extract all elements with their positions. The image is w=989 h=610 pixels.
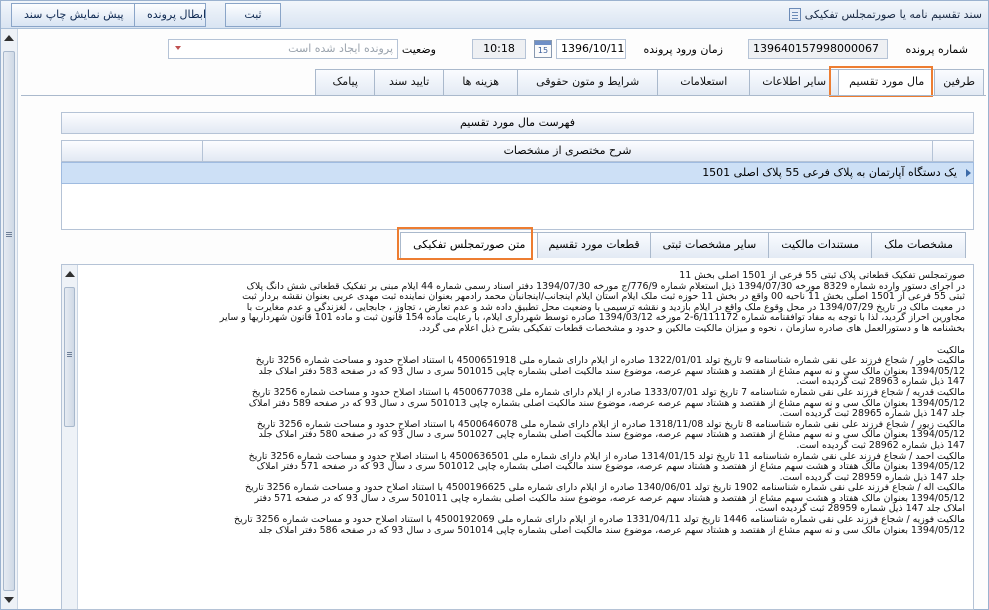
status-value: پرونده ایجاد شده است — [288, 42, 393, 55]
scroll-down-arrow-icon[interactable] — [4, 597, 14, 603]
tab-legal-terms[interactable]: شرایط و متون حقوقی — [517, 69, 659, 95]
tab-highlight-box — [829, 66, 933, 97]
table-row[interactable]: یک دستگاه آپارتمان به پلاک فرعی 55 پلاک … — [61, 162, 974, 184]
subtab-highlight-box — [397, 227, 533, 260]
row-description: یک دستگاه آپارتمان به پلاک فرعی 55 پلاک … — [702, 166, 957, 179]
status-dropdown[interactable]: پرونده ایجاد شده است — [168, 39, 398, 59]
window-scrollbar[interactable] — [1, 29, 18, 609]
subtab-ownership-documents[interactable]: مستندات مالکیت — [768, 232, 873, 258]
status-label: وضعیت — [401, 43, 436, 56]
file-number-field[interactable]: 139640157998000067 — [748, 39, 888, 59]
dropdown-arrow-icon[interactable] — [175, 46, 181, 50]
window-title: سند تقسیم نامه یا صورتمجلس تفکیکی — [788, 8, 982, 21]
cancel-file-button[interactable]: ابطال پرونده — [134, 3, 206, 27]
grid-empty-area — [61, 184, 974, 230]
property-list-caption: فهرست مال مورد تقسیم — [61, 112, 974, 134]
scroll-up-arrow-icon[interactable] — [65, 271, 75, 277]
tab-document-approval[interactable]: تایید سند — [373, 69, 445, 95]
entry-time-field[interactable]: 10:18 — [472, 39, 526, 59]
document-window: سند تقسیم نامه یا صورتمجلس تفکیکی پیش نم… — [0, 0, 989, 610]
calendar-day-text: 15 — [537, 46, 549, 55]
scroll-up-arrow-icon[interactable] — [4, 35, 14, 41]
tab-content: فهرست مال مورد تقسیم شرح مختصری از مشخصا… — [21, 95, 986, 610]
minutes-text-panel[interactable]: صورتمجلس تفکیک قطعاتی پلاک ثبتی 55 فرعی … — [61, 264, 974, 610]
row-indicator-icon — [966, 169, 971, 177]
save-button[interactable]: ثبت — [225, 3, 281, 27]
text-line: بخشنامه ها و دستورالعمل های صادره سازمان… — [418, 322, 965, 334]
text-scrollbar-thumb[interactable] — [64, 287, 75, 427]
text-line: 1394/05/12 بعنوان مالک سی و نه سهم مشاع … — [258, 524, 965, 536]
subtab-divided-parts[interactable]: قطعات مورد تقسیم — [537, 232, 651, 258]
minutes-text: صورتمجلس تفکیک قطعاتی پلاک ثبتی 55 فرعی … — [84, 270, 965, 536]
file-header-form: شماره پرونده 139640157998000067 زمان ورو… — [101, 39, 976, 63]
document-icon — [788, 8, 801, 21]
subtab-property-details[interactable]: مشخصات ملک — [871, 232, 966, 258]
title-bar: سند تقسیم نامه یا صورتمجلس تفکیکی پیش نم… — [1, 1, 988, 29]
print-preview-button[interactable]: پیش نمایش چاپ سند — [11, 3, 135, 27]
column-title-description[interactable]: شرح مختصری از مشخصات — [202, 141, 933, 161]
tab-parties[interactable]: طرفین — [934, 69, 984, 95]
text-line: مالکیت قدریه / شجاع فرزند علی نقی شماره … — [251, 386, 965, 398]
window-title-text: سند تقسیم نامه یا صورتمجلس تفکیکی — [804, 8, 982, 21]
tab-sms[interactable]: پیامک — [315, 69, 375, 95]
text-line: 147 ذیل شماره 28962 ثبت گردیده است. — [796, 439, 965, 451]
toolbar: پیش نمایش چاپ سند ابطال پرونده ثبت — [11, 3, 281, 27]
calendar-icon[interactable]: 15 — [534, 40, 552, 58]
entry-date-field[interactable]: 1396/10/11 — [556, 39, 626, 59]
text-scrollbar[interactable] — [62, 265, 78, 609]
tab-costs[interactable]: هزینه ها — [443, 69, 519, 95]
file-number-label: شماره پرونده — [905, 43, 968, 56]
tab-other-info[interactable]: سایر اطلاعات — [749, 69, 840, 95]
tab-inquiries[interactable]: استعلامات — [657, 69, 751, 95]
text-line: صورتمجلس تفکیک قطعاتی پلاک ثبتی 55 فرعی … — [679, 270, 965, 281]
entry-time-label: زمان ورود پرونده — [643, 43, 723, 56]
subtab-other-registration[interactable]: سایر مشخصات ثبتی — [649, 232, 770, 258]
scrollbar-thumb[interactable] — [3, 51, 15, 591]
grid-column-header: شرح مختصری از مشخصات — [61, 140, 974, 162]
